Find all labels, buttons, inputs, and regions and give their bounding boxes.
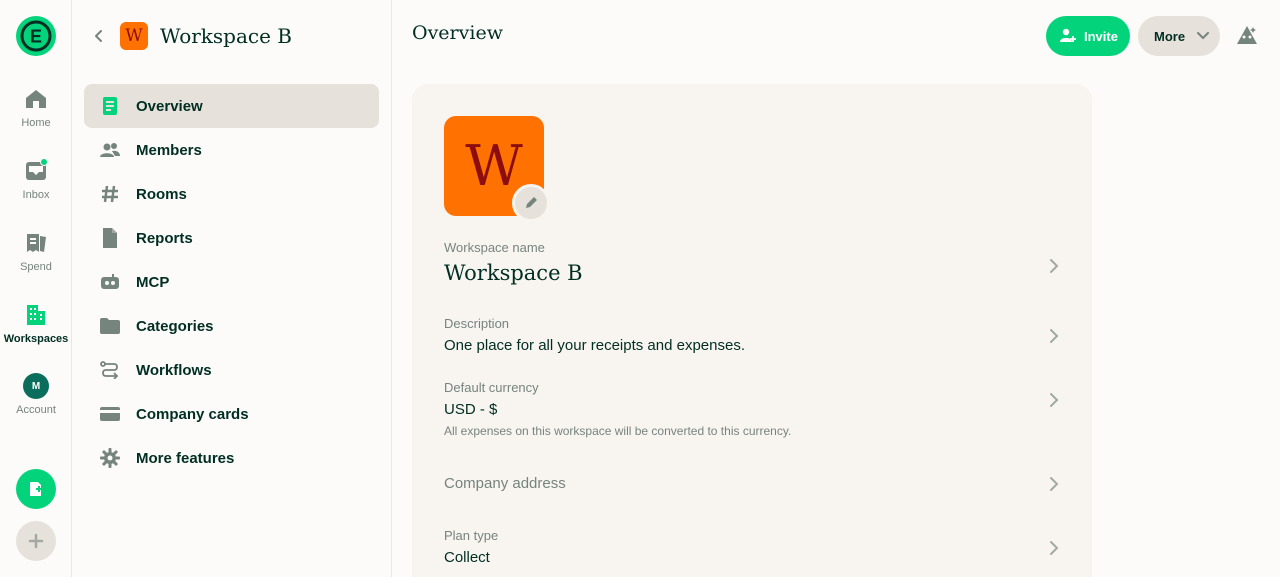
company-address-label: Company address	[444, 475, 566, 492]
chevron-right-icon	[1048, 476, 1060, 492]
main-panel: Overview Invite More W Workspace name Wo…	[392, 0, 1280, 577]
sidebar-item-mcp[interactable]: MCP	[84, 260, 379, 304]
description-value: One place for all your receipts and expe…	[444, 337, 746, 354]
sidebar-item-company-cards[interactable]: Company cards	[84, 392, 379, 436]
rail-item-home[interactable]: Home	[0, 86, 72, 146]
sidebar-item-label: Categories	[136, 317, 214, 335]
sidebar-item-label: Members	[136, 141, 202, 159]
sidebar-item-more-features[interactable]: More features	[84, 436, 379, 480]
currency-label: Default currency	[444, 380, 539, 395]
currency-hint: All expenses on this workspace will be c…	[444, 424, 792, 438]
sidebar-item-categories[interactable]: Categories	[84, 304, 379, 348]
invite-label: Invite	[1084, 28, 1118, 44]
sidebar-item-label: Company cards	[136, 405, 249, 423]
rail-item-spend[interactable]: Spend	[0, 230, 72, 290]
account-avatar-wrap: M	[23, 373, 49, 399]
sidebar-item-label: More features	[136, 449, 235, 467]
rail-item-account[interactable]: M Account	[0, 373, 72, 433]
inbox-icon	[23, 158, 49, 184]
sidebar-item-rooms[interactable]: Rooms	[84, 172, 379, 216]
rail-label-workspaces: Workspaces	[3, 333, 69, 345]
chevron-down-icon	[1197, 32, 1210, 40]
workspace-menu: Overview Members Rooms Reports MCP Categ…	[84, 84, 379, 480]
more-button[interactable]: More	[1138, 16, 1220, 56]
edit-avatar-button[interactable]	[512, 184, 550, 222]
sidebar-item-members[interactable]: Members	[84, 128, 379, 172]
avatar: M	[23, 373, 49, 399]
file-icon	[100, 228, 120, 248]
gear-icon	[100, 448, 120, 468]
chevron-right-icon	[1048, 540, 1060, 556]
home-icon	[23, 86, 49, 112]
rail-label-spend: Spend	[20, 261, 52, 273]
sidebar-item-label: Overview	[136, 97, 203, 115]
rail-label-home: Home	[21, 117, 51, 129]
folder-icon	[100, 316, 120, 336]
rail-item-inbox[interactable]: Inbox	[0, 158, 72, 218]
description-label: Description	[444, 316, 510, 331]
workspace-name-value: Workspace B	[444, 261, 583, 285]
company-address-row[interactable]: Company address	[444, 475, 1060, 492]
workflow-icon	[100, 360, 120, 380]
rail-label-inbox: Inbox	[22, 189, 50, 201]
nav-rail: E Home Inbox Spend Workspaces M Account	[0, 0, 72, 577]
overview-card: W Workspace name Workspace B Description…	[412, 84, 1092, 577]
plan-type-value: Collect	[444, 549, 490, 566]
add-button[interactable]	[16, 521, 56, 561]
svg-text:E: E	[30, 27, 42, 47]
hashtag-icon	[100, 184, 120, 204]
back-button[interactable]	[92, 28, 108, 44]
chevron-right-icon	[1048, 328, 1060, 344]
currency-value: USD - $	[444, 401, 498, 418]
expensify-logo[interactable]: E	[16, 16, 56, 56]
building-icon	[23, 302, 49, 328]
receipt-icon	[23, 230, 49, 256]
workspace-sidebar: W Workspace B Overview Members Rooms Rep…	[72, 0, 392, 577]
sidebar-item-label: Rooms	[136, 185, 187, 203]
sidebar-item-label: MCP	[136, 273, 170, 291]
chevron-left-icon	[95, 30, 102, 42]
add-user-icon	[1060, 28, 1076, 42]
robot-icon	[100, 272, 120, 292]
sidebar-item-reports[interactable]: Reports	[84, 216, 379, 260]
plan-type-label: Plan type	[444, 528, 499, 543]
plus-icon	[28, 533, 44, 549]
inbox-unread-dot	[40, 158, 48, 166]
new-receipt-icon	[30, 482, 42, 496]
workspace-name-label: Workspace name	[444, 240, 545, 255]
invite-button[interactable]: Invite	[1046, 16, 1130, 56]
sidebar-item-workflows[interactable]: Workflows	[84, 348, 379, 392]
workspace-name-row[interactable]: Workspace name Workspace B	[444, 240, 1060, 285]
sidebar-header: W Workspace B	[92, 20, 292, 52]
sidebar-item-label: Workflows	[136, 361, 212, 379]
description-row[interactable]: Description One place for all your recei…	[444, 316, 1060, 354]
rail-label-account: Account	[16, 404, 56, 416]
pencil-icon	[526, 197, 537, 208]
workspace-title: Workspace B	[160, 24, 293, 48]
default-currency-row[interactable]: Default currency USD - $ All expenses on…	[444, 380, 1060, 438]
document-icon	[100, 96, 120, 116]
sidebar-item-label: Reports	[136, 229, 193, 247]
chevron-right-icon	[1048, 392, 1060, 408]
sidebar-item-overview[interactable]: Overview	[84, 84, 379, 128]
workspace-badge: W	[120, 22, 148, 50]
page-title: Overview	[412, 22, 503, 44]
rail-item-workspaces[interactable]: Workspaces	[0, 302, 72, 362]
help-icon[interactable]	[1235, 24, 1259, 48]
users-icon	[100, 140, 120, 160]
chevron-right-icon	[1048, 258, 1060, 274]
more-label: More	[1154, 28, 1186, 44]
credit-card-icon	[100, 404, 120, 424]
plan-type-row[interactable]: Plan type Collect	[444, 528, 1060, 566]
create-expense-button[interactable]	[16, 469, 56, 509]
